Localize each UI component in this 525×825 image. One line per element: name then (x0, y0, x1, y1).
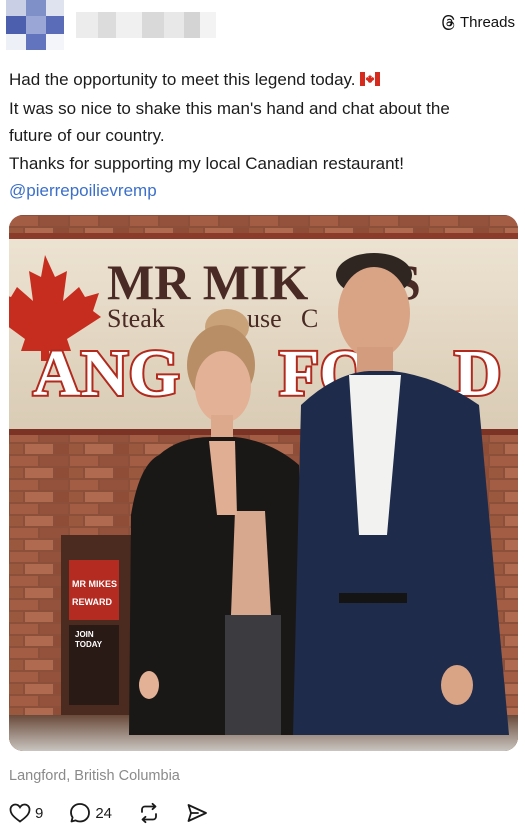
post-actions: 9 24 (9, 800, 208, 825)
stand-rewards: REWARD (72, 597, 112, 607)
sign-line-3: ANG (33, 337, 180, 410)
share-button[interactable] (186, 802, 208, 824)
sign-line-2-end: C (301, 304, 318, 333)
post-photo[interactable]: MR MIK S Steak use C ANG FO D MR MIKES R… (9, 215, 518, 751)
threads-badge[interactable]: Threads (441, 14, 515, 31)
caption-line-4: Thanks for supporting my local Canadian … (9, 153, 404, 173)
sign-line-2: Steak (107, 304, 165, 333)
post-caption: Had the opportunity to meet this legend … (9, 66, 519, 205)
stand-join: JOIN (75, 630, 94, 639)
caption-text-1: Had the opportunity to meet this legend … (9, 70, 356, 89)
like-count: 9 (35, 804, 44, 822)
threads-label: Threads (459, 14, 515, 31)
host-stand: MR MIKES REWARD JOIN TODAY (61, 535, 131, 735)
location-label[interactable]: Langford, British Columbia (9, 768, 180, 784)
repost-button[interactable] (138, 802, 160, 824)
caption-line-3: future of our country. (9, 126, 165, 145)
caption-line-2: It was so nice to shake this man's hand … (9, 98, 450, 118)
caption-line-1: Had the opportunity to meet this legend … (9, 66, 519, 95)
username-redacted[interactable] (76, 12, 216, 38)
share-icon (186, 802, 208, 824)
heart-icon (9, 803, 31, 823)
avatar[interactable] (6, 0, 64, 50)
sign-line-1: MR MIK (107, 254, 308, 310)
post-header: Threads (0, 0, 525, 56)
canada-flag-icon (359, 67, 380, 95)
stand-logo: MR MIKES (72, 579, 117, 589)
comment-icon (69, 802, 91, 824)
mention-link[interactable]: @pierrepoilievremp (9, 177, 519, 205)
sign-line-2-mid: use (247, 304, 282, 333)
stand-today: TODAY (75, 640, 103, 649)
threads-logo-icon (441, 14, 456, 31)
like-button[interactable]: 9 (9, 803, 43, 823)
comment-count: 24 (95, 804, 113, 822)
comment-button[interactable]: 24 (69, 802, 112, 824)
repost-icon (138, 802, 160, 824)
